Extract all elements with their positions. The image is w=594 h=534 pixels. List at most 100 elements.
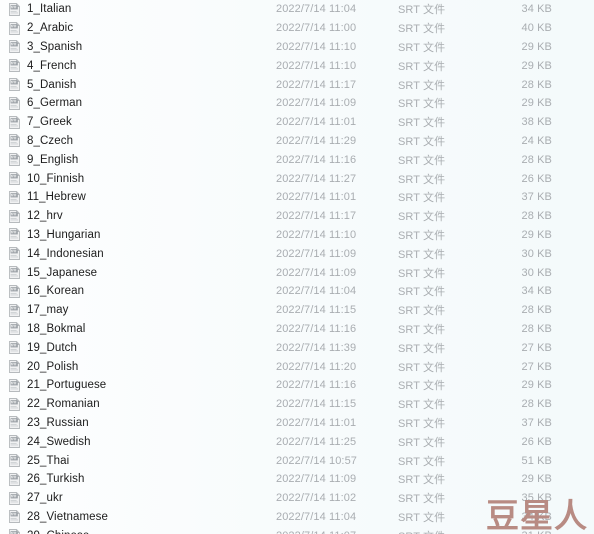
file-list[interactable]: 1_Italian 2022/7/14 11:04 SRT 文件 34 KB 2…: [0, 0, 594, 534]
srt-file-icon: [9, 416, 20, 430]
srt-file-icon: [9, 209, 20, 223]
file-type: SRT 文件: [398, 117, 446, 130]
file-name-cell[interactable]: 16_Korean: [8, 284, 276, 298]
file-type: SRT 文件: [398, 342, 446, 355]
file-name-cell[interactable]: 7_Greek: [8, 115, 276, 129]
file-name-text: 9_English: [27, 153, 79, 166]
file-name-cell[interactable]: 28_Vietnamese: [8, 510, 276, 524]
file-name-cell[interactable]: 4_French: [8, 59, 276, 73]
file-name-text: 15_Japanese: [27, 266, 98, 279]
file-date-modified: 2022/7/14 11:10: [276, 40, 357, 53]
file-type: SRT 文件: [398, 455, 446, 468]
file-name-cell[interactable]: 14_Indonesian: [8, 247, 276, 261]
file-date-modified: 2022/7/14 11:10: [276, 228, 357, 241]
file-name-cell[interactable]: 8_Czech: [8, 134, 276, 148]
file-type: SRT 文件: [398, 511, 446, 524]
file-size: 26 KB: [521, 435, 552, 448]
file-date-modified: 2022/7/14 11:04: [276, 510, 357, 523]
file-date-modified: 2022/7/14 11:16: [276, 153, 357, 166]
file-name-cell[interactable]: 12_hrv: [8, 209, 276, 223]
srt-file-icon: [9, 266, 20, 279]
file-type: SRT 文件: [398, 211, 446, 224]
file-name-cell[interactable]: 17_may: [8, 303, 276, 317]
file-name-cell[interactable]: 10_Finnish: [8, 172, 276, 186]
file-row[interactable]: 21_Portuguese 2022/7/14 11:16 SRT 文件 29 …: [0, 376, 594, 395]
file-row[interactable]: 26_Turkish 2022/7/14 11:09 SRT 文件 29 KB: [0, 470, 594, 489]
file-type: SRT 文件: [398, 493, 446, 506]
file-row[interactable]: 9_English 2022/7/14 11:16 SRT 文件 28 KB: [0, 150, 594, 169]
file-name-cell[interactable]: 25_Thai: [8, 454, 276, 467]
file-size: 37 KB: [521, 191, 552, 204]
file-date-modified: 2022/7/14 11:09: [276, 473, 357, 486]
file-name-cell[interactable]: 29_Chinese: [8, 529, 276, 534]
file-row[interactable]: 1_Italian 2022/7/14 11:04 SRT 文件 34 KB: [0, 0, 594, 19]
file-row[interactable]: 14_Indonesian 2022/7/14 11:09 SRT 文件 30 …: [0, 244, 594, 263]
file-name-cell[interactable]: 20_Polish: [8, 360, 276, 373]
file-name-cell[interactable]: 9_English: [8, 153, 276, 167]
file-row[interactable]: 11_Hebrew 2022/7/14 11:01 SRT 文件 37 KB: [0, 188, 594, 207]
file-name-cell[interactable]: 19_Dutch: [8, 341, 276, 355]
file-name-text: 22_Romanian: [27, 398, 100, 411]
file-row[interactable]: 17_may 2022/7/14 11:15 SRT 文件 28 KB: [0, 301, 594, 320]
file-row[interactable]: 23_Russian 2022/7/14 11:01 SRT 文件 37 KB: [0, 414, 594, 433]
file-row[interactable]: 25_Thai 2022/7/14 10:57 SRT 文件 51 KB: [0, 451, 594, 470]
file-row[interactable]: 10_Finnish 2022/7/14 11:27 SRT 文件 26 KB: [0, 169, 594, 188]
file-row[interactable]: 12_hrv 2022/7/14 11:17 SRT 文件 28 KB: [0, 207, 594, 226]
file-row[interactable]: 24_Swedish 2022/7/14 11:25 SRT 文件 26 KB: [0, 432, 594, 451]
file-type: SRT 文件: [398, 192, 446, 205]
file-name-cell[interactable]: 18_Bokmal: [8, 322, 276, 336]
file-row[interactable]: 19_Dutch 2022/7/14 11:39 SRT 文件 27 KB: [0, 338, 594, 357]
file-name-cell[interactable]: 2_Arabic: [8, 21, 276, 35]
file-name-text: 18_Bokmal: [27, 322, 86, 335]
file-date-modified: 2022/7/14 11:09: [276, 97, 357, 110]
srt-file-icon: [9, 96, 20, 110]
file-date-modified: 2022/7/14 11:20: [276, 360, 357, 373]
file-row[interactable]: 18_Bokmal 2022/7/14 11:16 SRT 文件 28 KB: [0, 320, 594, 339]
file-name-cell[interactable]: 26_Turkish: [8, 472, 276, 486]
file-name-cell[interactable]: 6_German: [8, 96, 276, 110]
file-name-text: 12_hrv: [27, 210, 63, 223]
file-row[interactable]: 22_Romanian 2022/7/14 11:15 SRT 文件 28 KB: [0, 395, 594, 414]
file-row[interactable]: 16_Korean 2022/7/14 11:04 SRT 文件 34 KB: [0, 282, 594, 301]
srt-file-icon: [9, 228, 20, 242]
file-type: SRT 文件: [398, 23, 446, 36]
file-row[interactable]: 2_Arabic 2022/7/14 11:00 SRT 文件 40 KB: [0, 19, 594, 38]
file-date-modified: 2022/7/14 11:17: [276, 210, 357, 223]
file-size: 30 KB: [521, 266, 552, 279]
file-size: 28 KB: [521, 78, 552, 91]
file-date-modified: 2022/7/14 11:04: [276, 285, 357, 298]
file-name-cell[interactable]: 13_Hungarian: [8, 228, 276, 242]
file-name-cell[interactable]: 15_Japanese: [8, 266, 276, 279]
file-name-text: 8_Czech: [27, 134, 74, 147]
file-date-modified: 2022/7/14 11:02: [276, 492, 357, 505]
file-row[interactable]: 8_Czech 2022/7/14 11:29 SRT 文件 24 KB: [0, 132, 594, 151]
srt-file-icon: [9, 529, 20, 534]
file-row[interactable]: 7_Greek 2022/7/14 11:01 SRT 文件 38 KB: [0, 113, 594, 132]
file-name-cell[interactable]: 11_Hebrew: [8, 190, 276, 204]
file-name-text: 1_Italian: [27, 3, 72, 16]
file-row[interactable]: 20_Polish 2022/7/14 11:20 SRT 文件 27 KB: [0, 357, 594, 376]
file-name-cell[interactable]: 21_Portuguese: [8, 378, 276, 392]
file-size: 28 KB: [521, 398, 552, 411]
file-row[interactable]: 3_Spanish 2022/7/14 11:10 SRT 文件 29 KB: [0, 38, 594, 57]
file-row[interactable]: 4_French 2022/7/14 11:10 SRT 文件 29 KB: [0, 56, 594, 75]
file-name-cell[interactable]: 23_Russian: [8, 416, 276, 430]
file-name-cell[interactable]: 24_Swedish: [8, 435, 276, 449]
srt-file-icon: [9, 303, 20, 317]
file-name-cell[interactable]: 3_Spanish: [8, 40, 276, 54]
file-name-cell[interactable]: 5_Danish: [8, 78, 276, 92]
file-size: 30 KB: [521, 247, 552, 260]
file-row[interactable]: 27_ukr 2022/7/14 11:02 SRT 文件 35 KB: [0, 489, 594, 508]
file-name-cell[interactable]: 1_Italian: [8, 2, 276, 16]
file-name-text: 11_Hebrew: [27, 191, 86, 204]
file-row[interactable]: 6_German 2022/7/14 11:09 SRT 文件 29 KB: [0, 94, 594, 113]
file-name-cell[interactable]: 27_ukr: [8, 491, 276, 505]
file-row[interactable]: 28_Vietnamese 2022/7/14 11:04 SRT 文件 34 …: [0, 508, 594, 527]
file-row[interactable]: 5_Danish 2022/7/14 11:17 SRT 文件 28 KB: [0, 75, 594, 94]
file-row[interactable]: 29_Chinese 2022/7/14 11:07 SRT 文件 31 KB: [0, 526, 594, 534]
file-name-cell[interactable]: 22_Romanian: [8, 397, 276, 411]
file-row[interactable]: 13_Hungarian 2022/7/14 11:10 SRT 文件 29 K…: [0, 226, 594, 245]
file-type: SRT 文件: [398, 417, 446, 430]
file-row[interactable]: 15_Japanese 2022/7/14 11:09 SRT 文件 30 KB: [0, 263, 594, 282]
file-type: SRT 文件: [398, 528, 502, 534]
